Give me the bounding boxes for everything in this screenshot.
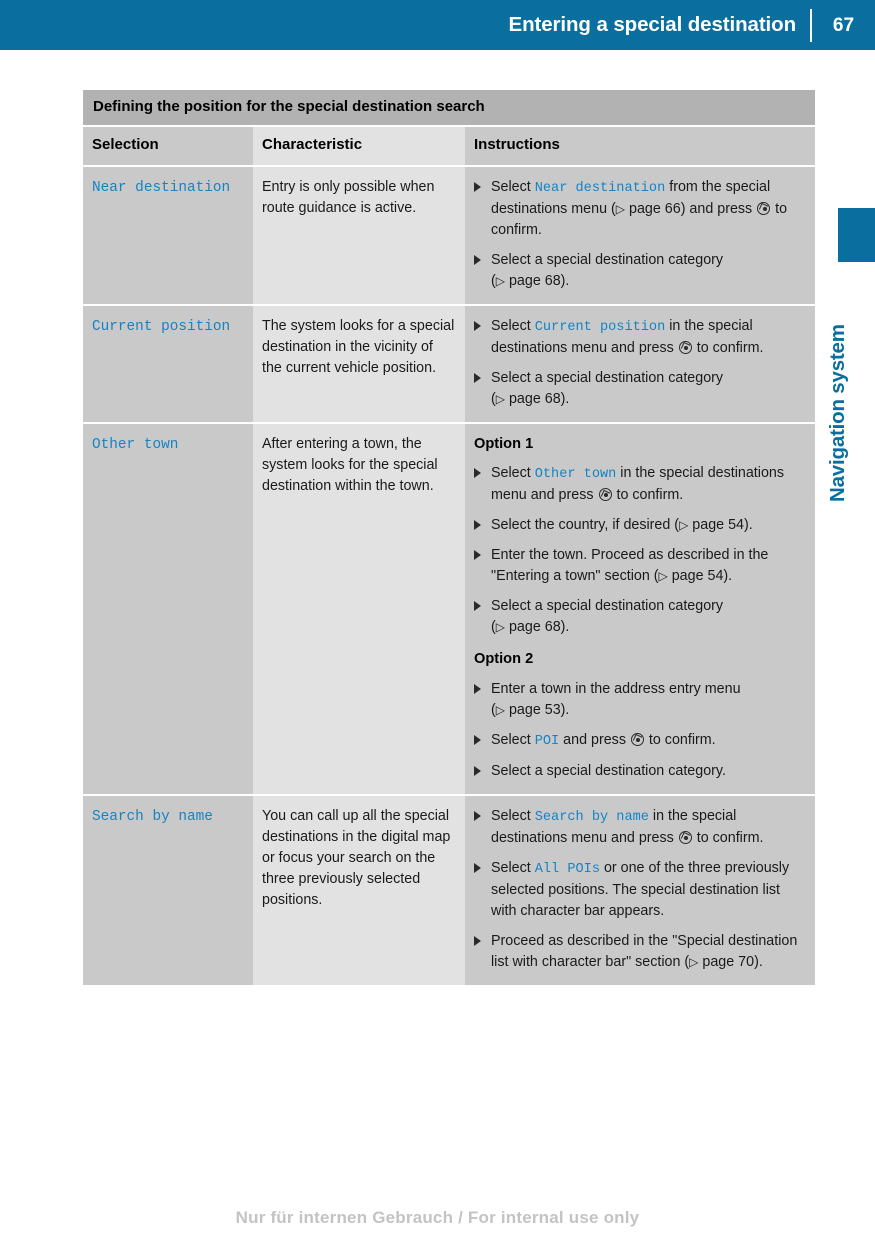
footer-watermark: Nur für internen Gebrauch / For internal… xyxy=(235,1208,640,1227)
step-triangle-icon xyxy=(474,468,481,479)
instruction-list: Select Search by name in the special des… xyxy=(474,806,805,973)
table-row: Other town After entering a town, the sys… xyxy=(83,421,815,795)
cell-characteristic: The system looks for a special destinati… xyxy=(253,303,465,423)
special-destination-table: Defining the position for the special de… xyxy=(83,90,815,985)
column-header-selection: Selection xyxy=(83,127,253,166)
controller-press-icon xyxy=(678,340,692,354)
instruction-step: Select a special destination category. xyxy=(474,761,805,782)
cell-characteristic: Entry is only possible when route guidan… xyxy=(253,164,465,305)
page-ref-triangle-icon: ▷ xyxy=(495,702,505,717)
menu-label: Search by name xyxy=(534,809,649,825)
instruction-step: Select POI and press to confirm. xyxy=(474,730,805,752)
manual-page: Entering a special destination 67 Naviga… xyxy=(0,0,875,1241)
chapter-tab-marker xyxy=(838,208,875,262)
page-reference[interactable]: ▷ page 68 xyxy=(496,619,561,635)
step-triangle-icon xyxy=(474,683,481,694)
table-row: Near destination Entry is only possible w… xyxy=(83,164,815,305)
step-triangle-icon xyxy=(474,734,481,745)
controller-press-icon xyxy=(598,488,612,502)
page-reference[interactable]: ▷ page 54 xyxy=(659,568,724,584)
instruction-list: Select Near destination from the special… xyxy=(474,177,805,292)
cell-instructions: Select Near destination from the special… xyxy=(465,164,815,305)
menu-label: Current position xyxy=(534,319,666,335)
step-triangle-icon xyxy=(474,550,481,561)
controller-press-icon xyxy=(630,732,644,746)
page-reference[interactable]: ▷ page 68 xyxy=(496,391,561,407)
page-ref-triangle-icon: ▷ xyxy=(495,273,505,288)
instruction-step: Select a special destination category (▷… xyxy=(474,596,805,638)
cell-instructions: Option 1 Select Other town in the special… xyxy=(465,421,815,795)
step-triangle-icon xyxy=(474,862,481,873)
step-triangle-icon xyxy=(474,810,481,821)
page-ref-triangle-icon: ▷ xyxy=(495,391,505,406)
menu-label[interactable]: Current position xyxy=(92,319,230,335)
page-reference[interactable]: ▷ page 70 xyxy=(689,954,754,970)
cell-instructions: Select Current position in the special d… xyxy=(465,303,815,423)
instruction-step: Select Near destination from the special… xyxy=(474,177,805,241)
step-triangle-icon xyxy=(474,520,481,531)
menu-label: Near destination xyxy=(534,180,666,196)
page-reference[interactable]: ▷ page 68 xyxy=(496,273,561,289)
cell-selection: Current position xyxy=(83,303,253,423)
cell-selection: Near destination xyxy=(83,164,253,305)
page-header: Entering a special destination 67 xyxy=(0,0,875,50)
instruction-step: Select Other town in the special destina… xyxy=(474,463,805,506)
menu-label: POI xyxy=(534,733,560,749)
instruction-step: Select All POIs or one of the three prev… xyxy=(474,858,805,922)
instruction-step: Enter a town in the address entry menu (… xyxy=(474,679,805,721)
page-ref-triangle-icon: ▷ xyxy=(679,518,689,533)
table-caption: Defining the position for the special de… xyxy=(83,90,815,125)
cell-instructions: Select Search by name in the special des… xyxy=(465,793,815,985)
option-heading: Option 1 xyxy=(474,435,534,452)
menu-label: All POIs xyxy=(534,861,600,877)
step-triangle-icon xyxy=(474,935,481,946)
controller-press-icon xyxy=(678,830,692,844)
cell-selection: Other town xyxy=(83,421,253,795)
menu-label[interactable]: Near destination xyxy=(92,180,230,196)
menu-label[interactable]: Other town xyxy=(92,437,178,453)
table-body: Near destination Entry is only possible w… xyxy=(83,164,815,985)
cell-characteristic: You can call up all the special destinat… xyxy=(253,793,465,985)
option-heading: Option 2 xyxy=(474,651,534,668)
instruction-step: Select Current position in the special d… xyxy=(474,316,805,359)
instruction-list: Enter a town in the address entry menu (… xyxy=(474,679,805,782)
page-ref-triangle-icon: ▷ xyxy=(615,201,626,216)
instruction-step: Proceed as described in the "Special des… xyxy=(474,931,805,973)
step-triangle-icon xyxy=(474,372,481,383)
cell-characteristic: After entering a town, the system looks … xyxy=(253,421,465,795)
page-reference[interactable]: ▷ page 66 xyxy=(616,201,681,217)
controller-press-icon xyxy=(757,201,771,215)
chapter-tab-label: Navigation system xyxy=(826,324,849,502)
page-reference[interactable]: ▷ page 53 xyxy=(496,702,561,718)
step-triangle-icon xyxy=(474,320,481,331)
column-header-characteristic: Characteristic xyxy=(253,127,465,166)
page-title: Entering a special destination xyxy=(508,12,797,36)
table-row: Search by name You can call up all the sp… xyxy=(83,793,815,985)
step-triangle-icon xyxy=(474,181,481,192)
cell-selection: Search by name xyxy=(83,793,253,985)
table-row: Current position The system looks for a s… xyxy=(83,303,815,423)
page-ref-triangle-icon: ▷ xyxy=(689,954,699,969)
table-header-row: Selection Characteristic Instructions xyxy=(83,127,815,166)
page-reference[interactable]: ▷ page 54 xyxy=(679,517,744,533)
instruction-step: Select Search by name in the special des… xyxy=(474,806,805,849)
instruction-step: Select a special destination category (▷… xyxy=(474,368,805,410)
instruction-list: Select Other town in the special destina… xyxy=(474,463,805,638)
instruction-step: Enter the town. Proceed as described in … xyxy=(474,545,805,587)
menu-label: Other town xyxy=(534,467,617,483)
instruction-step: Select the country, if desired (▷ page 5… xyxy=(474,515,805,536)
step-triangle-icon xyxy=(474,254,481,265)
step-triangle-icon xyxy=(474,601,481,612)
page-ref-triangle-icon: ▷ xyxy=(658,569,668,584)
page-number: 67 xyxy=(832,14,855,36)
instruction-step: Select a special destination category (▷… xyxy=(474,250,805,292)
column-header-instructions: Instructions xyxy=(465,127,815,166)
page-ref-triangle-icon: ▷ xyxy=(495,620,505,635)
menu-label[interactable]: Search by name xyxy=(92,809,213,825)
poi-table: Selection Characteristic Instructions Ne… xyxy=(83,127,815,985)
step-triangle-icon xyxy=(474,765,481,776)
instruction-list: Select Current position in the special d… xyxy=(474,316,805,410)
